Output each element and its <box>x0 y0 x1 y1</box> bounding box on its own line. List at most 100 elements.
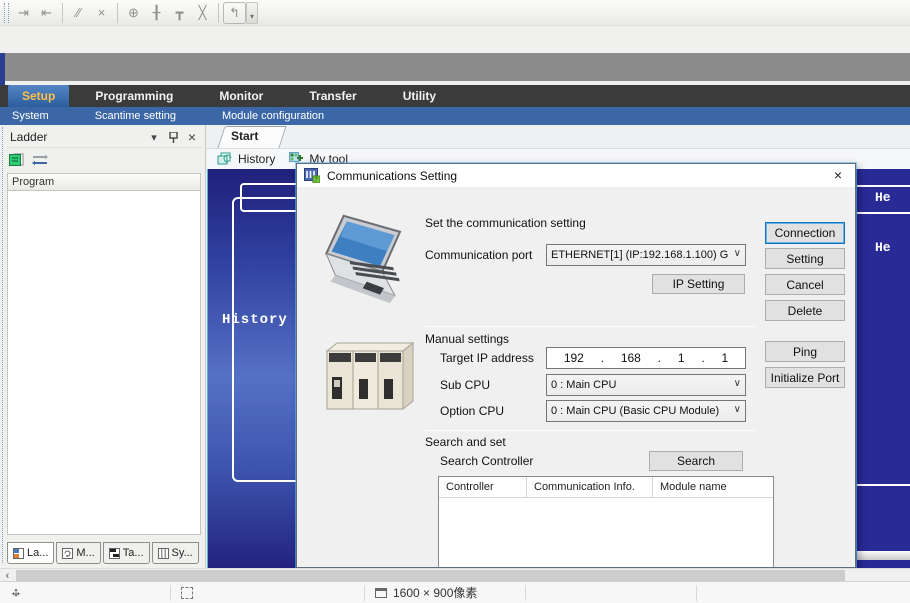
close-icon[interactable]: × <box>821 164 855 186</box>
tab-system[interactable]: Sy... <box>152 542 199 564</box>
panel-drag-handle[interactable] <box>2 127 5 563</box>
tab-monitor-list[interactable]: M... <box>56 542 100 564</box>
communication-port-value: ETHERNET[1] (IP:192.168.1.100) G <box>551 249 728 261</box>
insert-network-right-icon[interactable]: ⇥ <box>12 2 35 24</box>
horizontal-scrollbar[interactable]: ‹ <box>0 568 910 581</box>
tab-transfer[interactable]: Transfer <box>295 85 370 107</box>
history-body-outline <box>232 197 297 482</box>
sub-cpu-label: Sub CPU <box>440 378 490 392</box>
ip-dot: . <box>658 351 661 365</box>
tab-ladder[interactable]: La... <box>7 542 54 564</box>
tab-monitor[interactable]: Monitor <box>205 85 277 107</box>
panel-bottom-edge <box>857 551 910 560</box>
history-section-label: History <box>222 312 288 328</box>
monitor-tab-icon <box>62 548 73 559</box>
dialog-body: Set the communication setting Communicat… <box>297 187 855 567</box>
statusbar-separator <box>170 585 171 601</box>
chevron-down-icon: ∨ <box>734 248 741 259</box>
tab-system-label: Sy... <box>172 547 193 559</box>
statusbar-separator <box>364 585 365 601</box>
device-pin-icon[interactable]: ┳ <box>168 2 191 24</box>
dialog-description: Set the communication setting <box>425 216 586 230</box>
ping-button[interactable]: Ping <box>765 341 845 362</box>
toolbar-separator <box>218 3 219 23</box>
device-copy-icon[interactable]: ⊕ <box>122 2 145 24</box>
dialog-titlebar[interactable]: 7 Communications Setting × <box>297 164 855 187</box>
ladder-panel-titlebar: Ladder ▾ × <box>7 127 203 148</box>
delete-button[interactable]: Delete <box>765 300 845 321</box>
column-communication-info[interactable]: Communication Info. <box>527 477 653 497</box>
tab-utility[interactable]: Utility <box>389 85 450 107</box>
option-cpu-combobox[interactable]: 0 : Main CPU (Basic CPU Module) ∨ <box>546 400 746 422</box>
chevron-down-icon: ∨ <box>734 404 741 415</box>
tab-tag-list[interactable]: Ta... <box>103 542 150 564</box>
dropdown-icon[interactable]: ▾ <box>246 2 258 24</box>
controller-table[interactable]: Controller Communication Info. Module na… <box>438 476 774 568</box>
ladder-tab-icon <box>13 548 24 559</box>
target-ip-input[interactable]: 192 . 168 . 1 . 1 <box>546 347 746 369</box>
scrollbar-thumb[interactable] <box>16 570 845 581</box>
toolbar-drag-handle[interactable] <box>4 3 9 23</box>
selection-tool-icon[interactable] <box>181 587 193 599</box>
toolbar-separator <box>62 3 63 23</box>
divider <box>425 326 755 327</box>
search-button[interactable]: Search <box>649 451 743 471</box>
loop-back-icon[interactable]: ↰ <box>223 2 246 24</box>
device-delete-icon[interactable]: ╳ <box>191 2 214 24</box>
tab-programming[interactable]: Programming <box>81 85 187 107</box>
history-button[interactable]: History <box>238 152 275 166</box>
help-label: He <box>875 190 891 205</box>
ip-octet-1[interactable]: 192 <box>564 351 584 365</box>
new-program-icon[interactable] <box>9 153 25 167</box>
help-section-sliver: He He <box>857 169 910 568</box>
option-cpu-value: 0 : Main CPU (Basic CPU Module) <box>551 405 719 417</box>
program-tree-root[interactable]: Program <box>7 173 201 191</box>
toolbar-row-2: ⇥ ⇤ ∕∕ × ⊕ ╂ ┳ ╳ ↰ ▾ <box>0 0 910 26</box>
target-ip-label: Target IP address <box>440 351 534 365</box>
sub-cpu-combobox[interactable]: 0 : Main CPU ∨ <box>546 374 746 396</box>
cancel-button[interactable]: Cancel <box>765 274 845 295</box>
dialog-icon: 7 <box>304 168 320 183</box>
submenu-system[interactable]: System <box>0 110 61 122</box>
dialog-title: Communications Setting <box>327 169 457 183</box>
close-icon[interactable]: × <box>184 129 200 145</box>
submenu-module-configuration[interactable]: Module configuration <box>210 110 336 122</box>
statusbar-separator <box>525 585 526 601</box>
tab-monitor-list-label: M... <box>76 547 94 559</box>
filter-sort-icon[interactable] <box>32 154 48 166</box>
communication-port-label: Communication port <box>425 248 532 262</box>
status-bar: ↔↕ 1600 × 900像素 <box>0 581 910 603</box>
move-tool-icon[interactable]: ↔↕ <box>8 585 24 601</box>
setting-button[interactable]: Setting <box>765 248 845 269</box>
column-controller[interactable]: Controller <box>439 477 527 497</box>
document-tab-strip: Start <box>207 125 910 148</box>
tab-start[interactable]: Start <box>231 129 258 143</box>
search-controller-label: Search Controller <box>440 454 533 468</box>
chevron-down-icon[interactable]: ▾ <box>146 129 162 145</box>
search-and-set-heading: Search and set <box>425 435 506 449</box>
divider <box>425 430 755 431</box>
parallel-branch-icon[interactable]: ∕∕ <box>67 2 90 24</box>
pin-icon[interactable] <box>165 129 181 145</box>
column-module-name[interactable]: Module name <box>653 477 773 497</box>
submenu-scantime-setting[interactable]: Scantime setting <box>83 110 188 122</box>
resolution-icon <box>375 588 387 598</box>
ip-octet-2[interactable]: 168 <box>621 351 641 365</box>
ip-octet-3[interactable]: 1 <box>678 351 685 365</box>
program-tree-area[interactable] <box>7 191 201 535</box>
connection-button[interactable]: Connection <box>765 222 845 244</box>
ip-octet-4[interactable]: 1 <box>721 351 728 365</box>
delete-branch-icon[interactable]: × <box>90 2 113 24</box>
history-section-panel: History <box>208 169 297 568</box>
controller-table-header: Controller Communication Info. Module na… <box>439 477 773 498</box>
docked-gray-band <box>0 53 910 81</box>
statusbar-separator <box>696 585 697 601</box>
device-paste-icon[interactable]: ╂ <box>145 2 168 24</box>
initialize-port-button[interactable]: Initialize Port <box>765 367 845 388</box>
history-icon <box>217 152 232 166</box>
communication-port-combobox[interactable]: ETHERNET[1] (IP:192.168.1.100) G ∨ <box>546 244 746 266</box>
tab-setup[interactable]: Setup <box>8 85 69 107</box>
insert-network-left-icon[interactable]: ⇤ <box>35 2 58 24</box>
divider <box>857 185 910 187</box>
ip-setting-button[interactable]: IP Setting <box>652 274 745 294</box>
